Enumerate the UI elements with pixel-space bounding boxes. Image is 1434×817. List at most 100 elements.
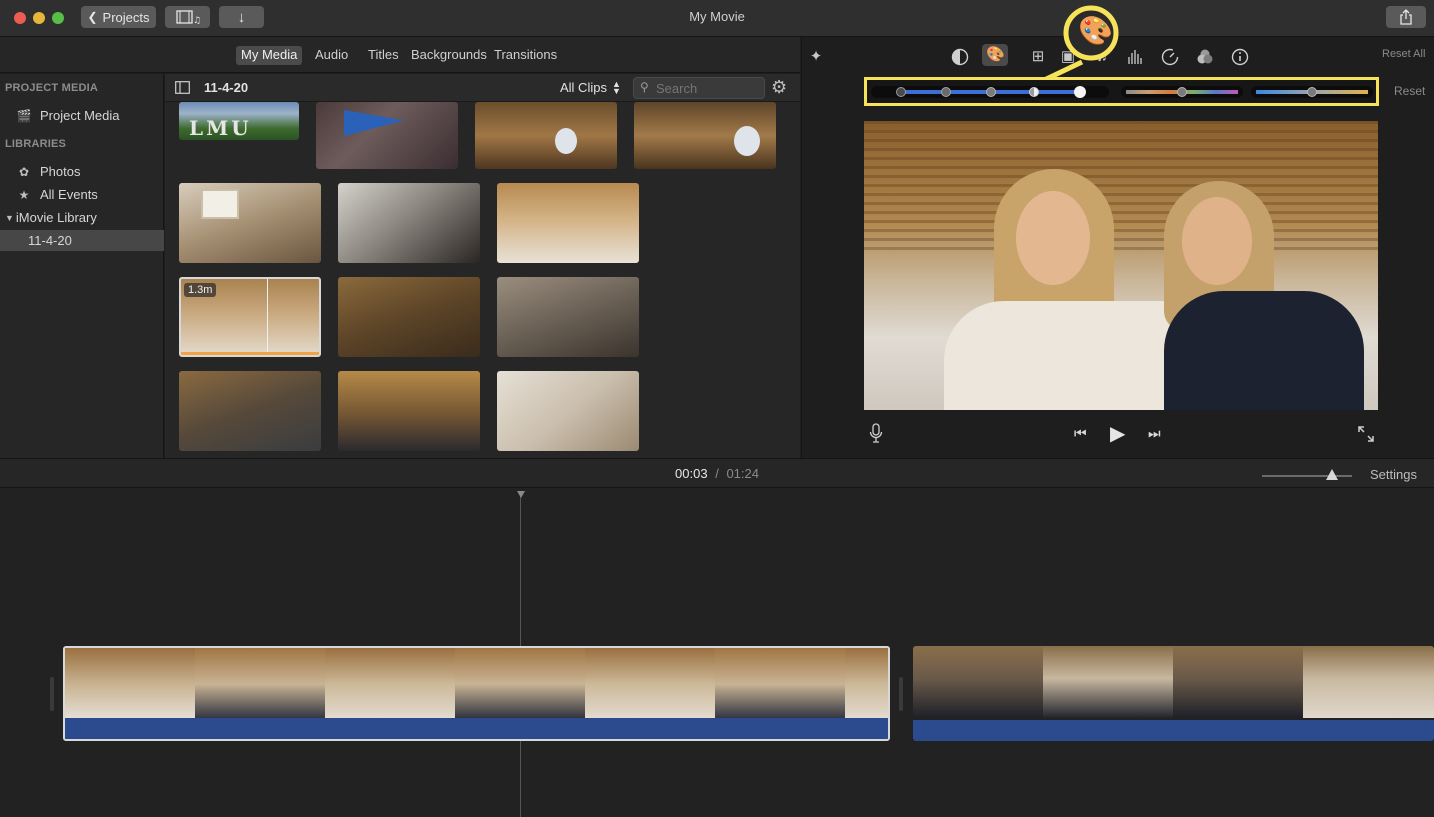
sidebar-item-label: iMovie Library: [15, 210, 97, 225]
playhead-marker[interactable]: [517, 491, 525, 498]
skip-back-icon[interactable]: ⏮: [1074, 425, 1087, 442]
clip-filter-dropdown[interactable]: All Clips ▲ ▼: [560, 78, 621, 96]
pumpkin-shape: [555, 128, 577, 154]
search-icon: ⚲: [640, 80, 649, 94]
timeline-clip-selected[interactable]: [63, 646, 890, 741]
clip-frame: [1173, 646, 1303, 718]
clip-frame: [913, 646, 1043, 718]
brightness-handle[interactable]: [986, 87, 996, 97]
skip-forward-icon[interactable]: ⏭: [1148, 425, 1161, 442]
clapperboard-icon: 🎬: [16, 108, 32, 123]
person-right-sweater: [1164, 291, 1364, 410]
sidebar-item-event-11-4-20[interactable]: 11-4-20: [0, 230, 164, 251]
pennant-shape: [344, 110, 404, 136]
temperature-slider[interactable]: [1251, 86, 1373, 98]
audio-waveform: [913, 720, 1434, 741]
clip-thumbnail[interactable]: [475, 102, 617, 169]
updown-chevron-icon: ▲ ▼: [611, 78, 621, 96]
zoom-slider[interactable]: [1262, 469, 1352, 480]
star-box-icon: ★: [18, 187, 30, 202]
search-input[interactable]: [656, 80, 760, 96]
clip-frame: [65, 648, 195, 720]
saturation-slider[interactable]: [1121, 86, 1243, 98]
browser-toolbar: 11-4-20 All Clips ▲▼ ⚲ ⚙: [165, 74, 800, 102]
clip-thumbnail[interactable]: [316, 102, 458, 169]
clip-trim-handle-left[interactable]: [50, 677, 54, 711]
sidebar-toggle-icon[interactable]: [175, 81, 190, 94]
timeline[interactable]: [0, 488, 1434, 817]
timeline-clip[interactable]: [913, 646, 1434, 741]
temperature-handle[interactable]: [1307, 87, 1317, 97]
clip-thumbnail[interactable]: [497, 183, 639, 263]
person-right-face: [1182, 197, 1252, 285]
reset-button[interactable]: Reset: [1394, 84, 1425, 98]
contrast-handle[interactable]: [1029, 87, 1039, 97]
tab-titles[interactable]: Titles: [363, 46, 404, 65]
sidebar-item-all-events[interactable]: ★ All Events: [0, 184, 164, 205]
skimmer-line: [267, 279, 268, 355]
clip-frame: [325, 648, 455, 720]
clip-thumbnail[interactable]: [338, 277, 480, 357]
title-bar: ❮ Projects ♫ ↓ My Movie: [0, 0, 1434, 37]
speed-icon[interactable]: [1161, 48, 1179, 66]
event-title: 11-4-20: [204, 80, 249, 95]
magic-wand-icon[interactable]: ✦: [806, 47, 826, 67]
clip-frame: [845, 648, 888, 720]
color-correction-sliders-highlight: [864, 77, 1379, 106]
saturation-handle[interactable]: [1177, 87, 1187, 97]
sidebar-item-label: Photos: [40, 164, 81, 179]
clip-frame: [585, 648, 715, 720]
clip-trim-handle-right[interactable]: [899, 677, 903, 711]
clip-thumbnail[interactable]: [179, 371, 321, 451]
media-browser-tabs: My Media Audio Titles Backgrounds Transi…: [0, 37, 800, 73]
sidebar-item-photos[interactable]: ✿ Photos: [0, 161, 164, 182]
timeline-settings-button[interactable]: Settings: [1370, 467, 1417, 482]
clip-thumbnail-selected[interactable]: 1.3m: [179, 277, 321, 357]
clip-filter-icon[interactable]: [1196, 48, 1214, 66]
viewer-panel: ✦ 🎨 ⊞ ▣ ♬ Reset All 🎨: [801, 5, 1434, 458]
libraries-header: LIBRARIES: [5, 138, 67, 150]
shadows-handle[interactable]: [941, 87, 951, 97]
person-left-face: [1016, 191, 1090, 285]
clip-thumbnail[interactable]: [179, 183, 321, 263]
shadows-highlights-slider[interactable]: [871, 86, 1109, 98]
disclosure-triangle-icon: ▼: [5, 212, 14, 223]
clip-thumbnail[interactable]: [338, 183, 480, 263]
microphone-icon[interactable]: [869, 423, 883, 443]
gear-icon[interactable]: ⚙: [771, 77, 787, 98]
tab-my-media[interactable]: My Media: [236, 46, 303, 65]
timecode: 00:03 / 01:24: [0, 466, 1434, 481]
tab-transitions[interactable]: Transitions: [489, 46, 562, 65]
sidebar-item-project-media[interactable]: 🎬 Project Media: [0, 105, 164, 126]
tab-audio[interactable]: Audio: [310, 46, 353, 65]
sidebar-item-label: All Events: [40, 187, 98, 202]
search-field[interactable]: ⚲: [633, 77, 765, 99]
project-media-header: PROJECT MEDIA: [5, 82, 99, 94]
clip-thumbnail[interactable]: [497, 277, 639, 357]
black-point-handle[interactable]: [896, 87, 906, 97]
blinds-shape: [864, 121, 1378, 251]
video-preview[interactable]: [864, 121, 1378, 410]
color-balance-icon[interactable]: [951, 48, 969, 66]
reset-all-button[interactable]: Reset All: [1382, 48, 1425, 60]
window-title: My Movie: [689, 9, 745, 24]
clip-frame: [1303, 646, 1434, 718]
clip-thumbnail[interactable]: [634, 102, 776, 169]
info-icon[interactable]: [1231, 48, 1249, 66]
clip-thumbnail[interactable]: LMU: [179, 102, 299, 140]
selected-range-bar: [181, 352, 319, 355]
clip-frame: [1043, 646, 1173, 718]
tab-backgrounds[interactable]: Backgrounds: [406, 46, 492, 65]
sidebar-item-label: Project Media: [40, 108, 120, 123]
clip-thumbnail[interactable]: [497, 371, 639, 451]
sidebar-item-imovie-library[interactable]: ▼ iMovie Library: [0, 207, 164, 228]
highlights-handle[interactable]: [1074, 86, 1086, 98]
timeline-header: 00:03 / 01:24 Settings: [0, 458, 1434, 488]
total-time: 01:24: [726, 466, 759, 481]
play-icon[interactable]: ▶: [1110, 421, 1125, 446]
sidebar-item-label: 11-4-20: [28, 233, 72, 248]
clip-thumbnail[interactable]: [338, 371, 480, 451]
fullscreen-icon[interactable]: [1357, 425, 1375, 443]
share-button[interactable]: [1386, 6, 1426, 28]
zoom-slider-handle[interactable]: [1326, 469, 1338, 480]
